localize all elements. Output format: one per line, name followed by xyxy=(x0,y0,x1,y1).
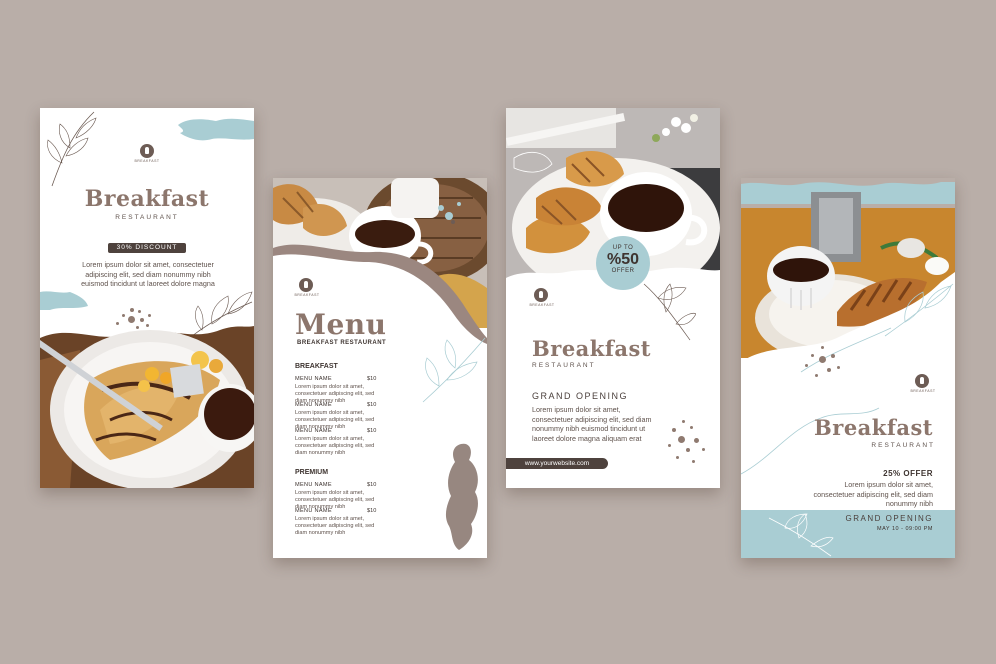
leaf-decoration-icon xyxy=(884,283,954,337)
menu-item-price: $10 xyxy=(367,376,377,382)
card-body-text: Lorem ipsum dolor sit amet, consectetuer… xyxy=(813,480,933,508)
menu-item: MENU NAME $10 Lorem ipsum dolor sit amet… xyxy=(295,402,385,431)
logo-label: BREAKFAST xyxy=(134,159,160,163)
leaf-decoration-icon xyxy=(643,283,696,341)
menu-item-price: $10 xyxy=(367,482,377,488)
card-title: Breakfast xyxy=(814,415,933,440)
card-subtitle: RESTAURANT xyxy=(532,362,596,369)
grand-opening-heading: GRAND OPENING xyxy=(532,391,629,401)
menu-item-price: $10 xyxy=(367,428,377,434)
story-card-offer: BREAKFAST Breakfast RESTAURANT 25% OFFER… xyxy=(741,178,955,558)
footer-band: GRAND OPENING MAY 10 - 09:00 PM xyxy=(741,510,955,558)
menu-item: MENU NAME $10 Lorem ipsum dolor sit amet… xyxy=(295,376,385,405)
card-subtitle: RESTAURANT xyxy=(115,214,179,221)
menu-item: MENU NAME $10 Lorem ipsum dolor sit amet… xyxy=(295,482,385,511)
menu-item-description: Lorem ipsum dolor sit amet, consectetuer… xyxy=(295,436,375,456)
event-date: MAY 10 - 09:00 PM xyxy=(877,526,933,532)
card-body-text: Lorem ipsum dolor sit amet, consectetuer… xyxy=(532,405,652,443)
logo-label: BREAKFAST xyxy=(529,303,555,307)
dot-pattern-decoration xyxy=(664,418,714,474)
menu-item: MENU NAME $10 Lorem ipsum dolor sit amet… xyxy=(295,428,385,457)
offer-badge-bottom: OFFER xyxy=(611,268,635,274)
dot-pattern-decoration xyxy=(801,344,847,384)
menu-item: MENU NAME $10 Lorem ipsum dolor sit amet… xyxy=(295,508,385,537)
grand-opening-heading: GRAND OPENING xyxy=(845,514,933,523)
card-subtitle: RESTAURANT xyxy=(871,442,935,449)
card-title: Breakfast xyxy=(84,186,210,212)
leaf-decoration-icon xyxy=(768,513,834,557)
paint-stroke-decoration xyxy=(40,291,88,310)
story-card-breakfast-discount: BREAKFAST Breakfast RESTAURANT 30% DISCO… xyxy=(40,108,254,488)
logo-icon xyxy=(534,288,548,302)
leaf-decoration-icon xyxy=(422,337,486,403)
logo-label: BREAKFAST xyxy=(910,389,936,393)
discount-badge: 30% DISCOUNT xyxy=(108,243,186,253)
website-link[interactable]: www.yourwebsite.com xyxy=(506,458,608,469)
leaf-decoration-icon xyxy=(47,111,97,187)
offer-badge-value: %50 xyxy=(606,251,640,268)
menu-item-price: $10 xyxy=(367,508,377,514)
offer-text: 25% OFFER xyxy=(883,469,933,478)
card-title: Breakfast xyxy=(532,336,651,361)
section-heading-premium: PREMIUM xyxy=(295,469,329,476)
logo-label: BREAKFAST xyxy=(294,293,320,297)
logo-icon xyxy=(915,374,929,388)
menu-title: Menu xyxy=(295,308,387,341)
section-heading-breakfast: BREAKFAST xyxy=(295,363,338,370)
menu-item-description: Lorem ipsum dolor sit amet, consectetuer… xyxy=(295,516,375,536)
paint-stroke-decoration xyxy=(178,118,254,141)
menu-subtitle: BREAKFAST RESTAURANT xyxy=(297,340,387,346)
logo-icon xyxy=(299,278,313,292)
menu-item-price: $10 xyxy=(367,402,377,408)
story-card-menu: BREAKFAST Menu BREAKFAST RESTAURANT BREA… xyxy=(273,178,487,558)
story-card-grand-opening: UP TO %50 OFFER BREAKFAST Breakfast REST… xyxy=(506,108,720,488)
crepe-photo xyxy=(40,320,254,488)
logo-icon xyxy=(140,144,154,158)
paint-splash-decoration xyxy=(445,443,478,550)
